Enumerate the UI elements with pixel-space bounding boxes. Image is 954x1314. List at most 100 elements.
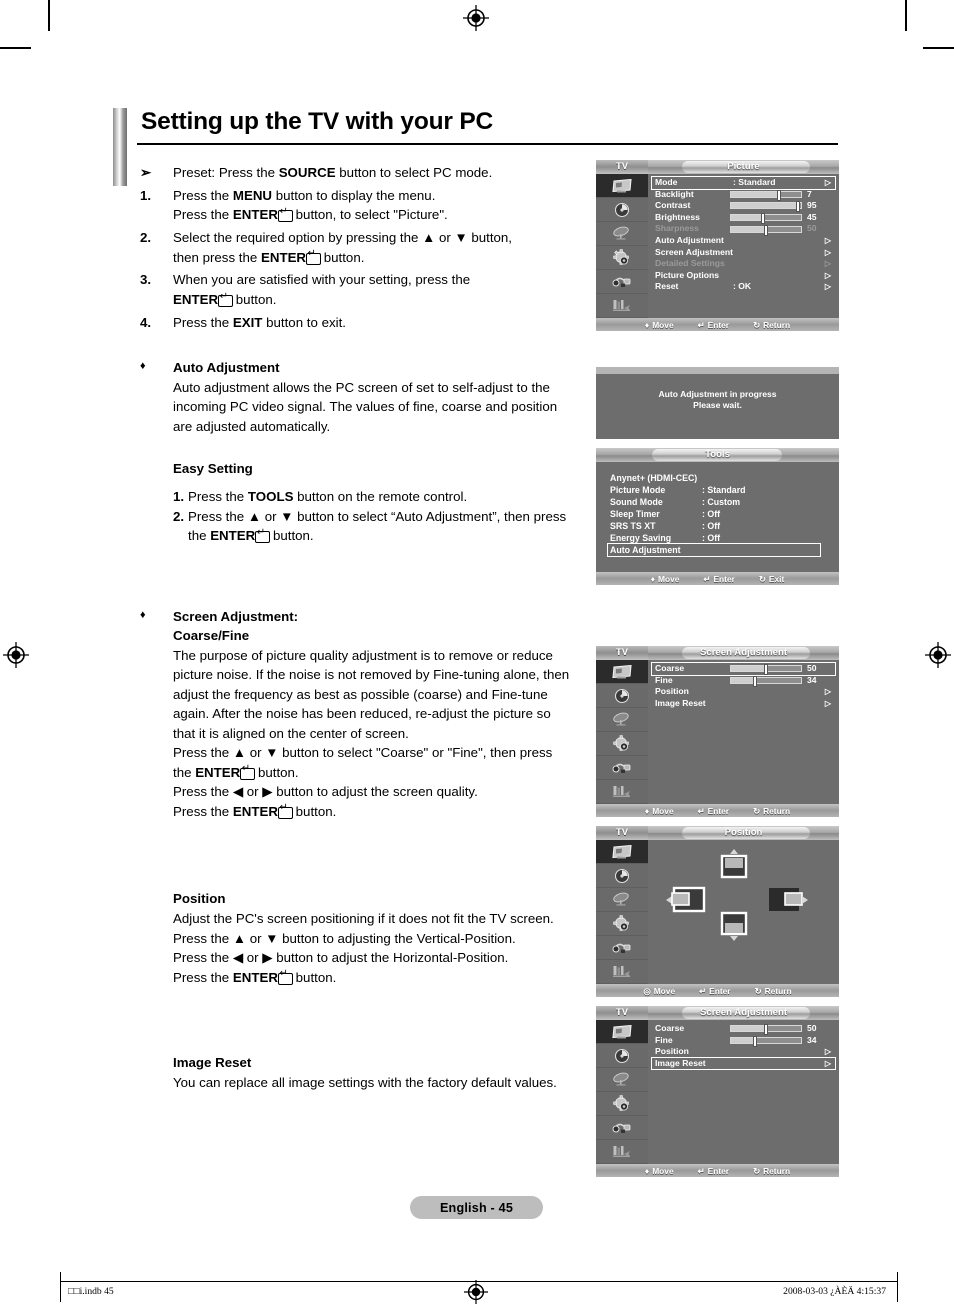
sidebar-icon-support[interactable] <box>596 960 648 984</box>
osd-menu-row[interactable]: Brightness 45 <box>652 212 835 225</box>
osd-menu-row[interactable]: Mode: Standard ▷ <box>651 176 836 190</box>
tools-menu-row[interactable]: SRS TS XT: Off <box>610 520 839 532</box>
sidebar-icon-channel[interactable] <box>596 1068 648 1092</box>
sidebar-icon-input[interactable] <box>596 1116 648 1140</box>
osd-menu-row[interactable]: Image Reset ▷ <box>652 698 835 710</box>
osd-slider-knob[interactable] <box>764 1024 768 1036</box>
osd-menu-row[interactable]: Reset: OK ▷ <box>652 281 835 293</box>
osd-tools-menu: Tools Anynet+ (HDMI-CEC) Picture Mode: St… <box>596 448 839 585</box>
footer-enter[interactable]: ↵ Enter <box>699 986 730 996</box>
sidebar-icon-channel[interactable] <box>596 888 648 912</box>
osd-menu-row[interactable]: Coarse 50 <box>652 1023 835 1036</box>
tools-menu-row[interactable]: Picture Mode: Standard <box>610 484 839 496</box>
sidebar-icon-input[interactable] <box>596 270 648 294</box>
tools-menu-row[interactable]: Energy Saving: Off <box>610 532 839 544</box>
position-down-control[interactable] <box>716 911 752 950</box>
osd-slider-knob[interactable] <box>752 1035 757 1047</box>
footer-exit[interactable]: ↻ Exit <box>759 574 784 584</box>
picture-icon <box>612 844 632 859</box>
osd-slider[interactable] <box>730 675 802 687</box>
chevron-right-icon: ▷ <box>824 178 831 187</box>
sidebar-icon-support[interactable] <box>596 1140 648 1164</box>
osd-slider[interactable] <box>730 213 802 225</box>
position-right-control[interactable] <box>767 885 809 920</box>
picture-icon <box>612 178 632 193</box>
sidebar-icon-picture[interactable] <box>596 174 648 198</box>
osd-slider-knob[interactable] <box>795 201 800 213</box>
osd-menu-row[interactable]: Fine 34 <box>652 1035 835 1047</box>
osd-menu-row[interactable]: Position ▷ <box>652 686 835 698</box>
tools-menu-row[interactable]: Sleep Timer: Off <box>610 508 839 520</box>
osd-menu-row[interactable]: Position ▷ <box>652 1046 835 1058</box>
footer-return[interactable]: ↻ Return <box>753 320 790 330</box>
sidebar-icon-input[interactable] <box>596 756 648 780</box>
return-icon: ↻ <box>753 1165 761 1176</box>
sidebar-icon-picture[interactable] <box>596 1020 648 1044</box>
section-heading: Auto Adjustment <box>173 360 280 376</box>
osd-menu-row[interactable]: Sharpness 50 <box>652 223 835 236</box>
sidebar-icon-channel[interactable] <box>596 708 648 732</box>
diamond-bullet-icon: ♦ <box>140 608 146 621</box>
osd-slider-knob[interactable] <box>752 675 757 687</box>
footer-move[interactable]: ♦ Move <box>651 574 680 584</box>
osd-slider[interactable] <box>730 189 802 201</box>
sidebar-icon-setup[interactable] <box>596 732 648 756</box>
tools-row-label: SRS TS XT <box>610 521 656 531</box>
sidebar-icon-input[interactable] <box>596 936 648 960</box>
position-up-control[interactable] <box>716 849 752 888</box>
osd-slider-knob[interactable] <box>764 664 768 676</box>
sidebar-icon-setup[interactable] <box>596 246 648 270</box>
tools-menu-row[interactable]: Sound Mode: Custom <box>610 496 839 508</box>
satellite-dish-icon <box>612 712 632 727</box>
osd-slider-value: 95 <box>807 200 817 211</box>
osd-slider[interactable] <box>730 664 802 676</box>
footer-move[interactable]: ♦ Move <box>645 320 674 330</box>
osd-slider-knob[interactable] <box>776 189 781 201</box>
osd-menu-row[interactable]: Screen Adjustment ▷ <box>652 247 835 259</box>
osd-slider-knob[interactable] <box>760 213 765 225</box>
osd-menu-row[interactable]: Picture Options ▷ <box>652 270 835 282</box>
footer-enter[interactable]: ↵ Enter <box>698 320 729 330</box>
footer-move[interactable]: ♦ Move <box>645 806 674 816</box>
osd-menu-row[interactable]: Image Reset ▷ <box>651 1056 836 1071</box>
osd-menu-row[interactable]: Fine 34 <box>652 675 835 687</box>
osd-sidebar <box>596 174 648 318</box>
footer-return[interactable]: ↻ Return <box>753 806 790 816</box>
osd-slider[interactable] <box>730 1035 802 1047</box>
footer-move[interactable]: ◎ Move <box>643 986 675 996</box>
footer-move-label: Move <box>652 805 674 816</box>
sidebar-icon-channel[interactable] <box>596 222 648 246</box>
sidebar-icon-sound[interactable] <box>596 684 648 708</box>
tools-row-label: Energy Saving <box>610 533 672 543</box>
osd-row-label: Auto Adjustment <box>655 234 724 245</box>
tools-menu-row[interactable]: Anynet+ (HDMI-CEC) <box>610 472 839 484</box>
footer-return[interactable]: ↻ Return <box>753 1166 790 1176</box>
osd-slider-value: 7 <box>807 188 812 199</box>
footer-return[interactable]: ↻ Return <box>755 986 792 996</box>
osd-slider[interactable] <box>730 224 802 236</box>
osd-menu-row[interactable]: Detailed Settings ▷ <box>652 258 835 270</box>
osd-menu-row[interactable]: Contrast 95 <box>652 200 835 213</box>
osd-menu-row[interactable]: Backlight 7 <box>652 189 835 201</box>
osd-title: Screen Adjustment <box>699 647 788 658</box>
sidebar-icon-setup[interactable] <box>596 912 648 936</box>
footer-enter[interactable]: ↵ Enter <box>698 806 729 816</box>
sidebar-icon-support[interactable] <box>596 780 648 804</box>
footer-enter[interactable]: ↵ Enter <box>698 1166 729 1176</box>
footer-move[interactable]: ♦ Move <box>645 1166 674 1176</box>
sidebar-icon-sound[interactable] <box>596 1044 648 1068</box>
osd-slider[interactable] <box>730 1024 802 1036</box>
position-left-control[interactable] <box>666 885 706 920</box>
sidebar-icon-sound[interactable] <box>596 864 648 888</box>
sidebar-icon-setup[interactable] <box>596 1092 648 1116</box>
sidebar-icon-picture[interactable] <box>596 660 648 684</box>
osd-slider-knob[interactable] <box>764 224 768 236</box>
osd-slider[interactable] <box>730 201 802 213</box>
osd-menu-row[interactable]: Auto Adjustment ▷ <box>652 235 835 247</box>
sidebar-icon-sound[interactable] <box>596 198 648 222</box>
tools-menu-row[interactable]: Auto Adjustment <box>607 543 821 557</box>
sidebar-icon-picture[interactable] <box>596 840 648 864</box>
footer-enter[interactable]: ↵ Enter <box>703 574 734 584</box>
osd-menu-row[interactable]: Coarse 50 <box>651 662 836 676</box>
sidebar-icon-support[interactable] <box>596 294 648 318</box>
